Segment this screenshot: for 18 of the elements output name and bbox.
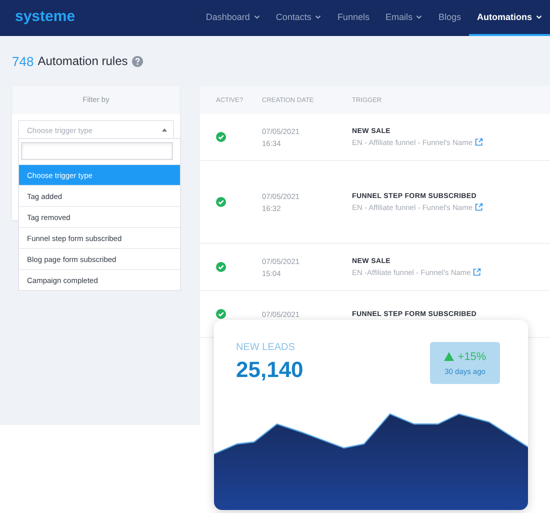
nav-link[interactable]: Contacts <box>268 0 330 36</box>
rule-count: 748 <box>12 54 34 68</box>
logo[interactable]: systeme <box>15 8 76 24</box>
external-link-icon[interactable] <box>472 268 481 276</box>
search-field[interactable] <box>21 142 173 160</box>
caret-icon <box>162 128 167 132</box>
triangle-up-icon <box>444 352 454 361</box>
external-link-icon[interactable] <box>474 203 483 211</box>
leads-value: 25,140 <box>236 357 304 383</box>
page-title: Automation rules <box>38 54 128 68</box>
nav-link[interactable]: Blogs <box>430 0 469 36</box>
help-icon[interactable] <box>132 56 143 66</box>
card-title: NEW LEADS <box>236 342 296 353</box>
change-percent: +15% <box>458 350 486 362</box>
nav-link[interactable]: Funnels <box>329 0 378 36</box>
nav-link[interactable]: Emails <box>377 0 430 36</box>
external-link-icon[interactable] <box>474 138 483 146</box>
nav-link[interactable]: Dashboard <box>198 0 268 36</box>
